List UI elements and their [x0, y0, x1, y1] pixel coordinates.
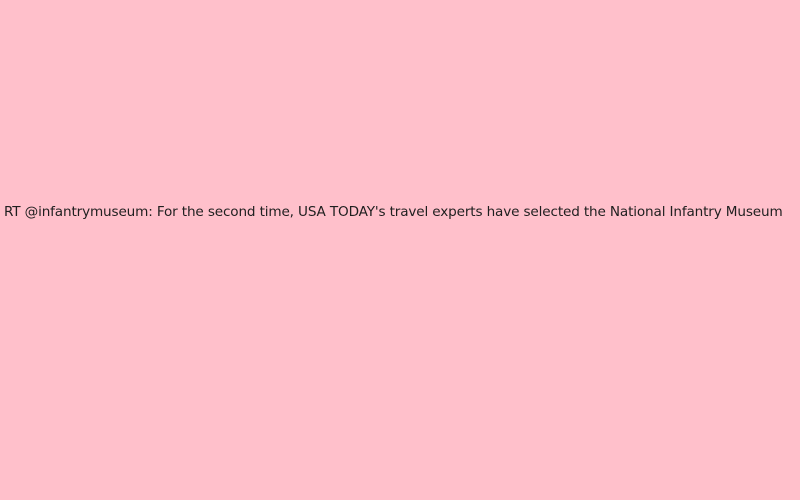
tweet-text: RT @infantrymuseum: For the second time,… — [4, 204, 783, 220]
tweet-canvas: RT @infantrymuseum: For the second time,… — [0, 0, 800, 500]
